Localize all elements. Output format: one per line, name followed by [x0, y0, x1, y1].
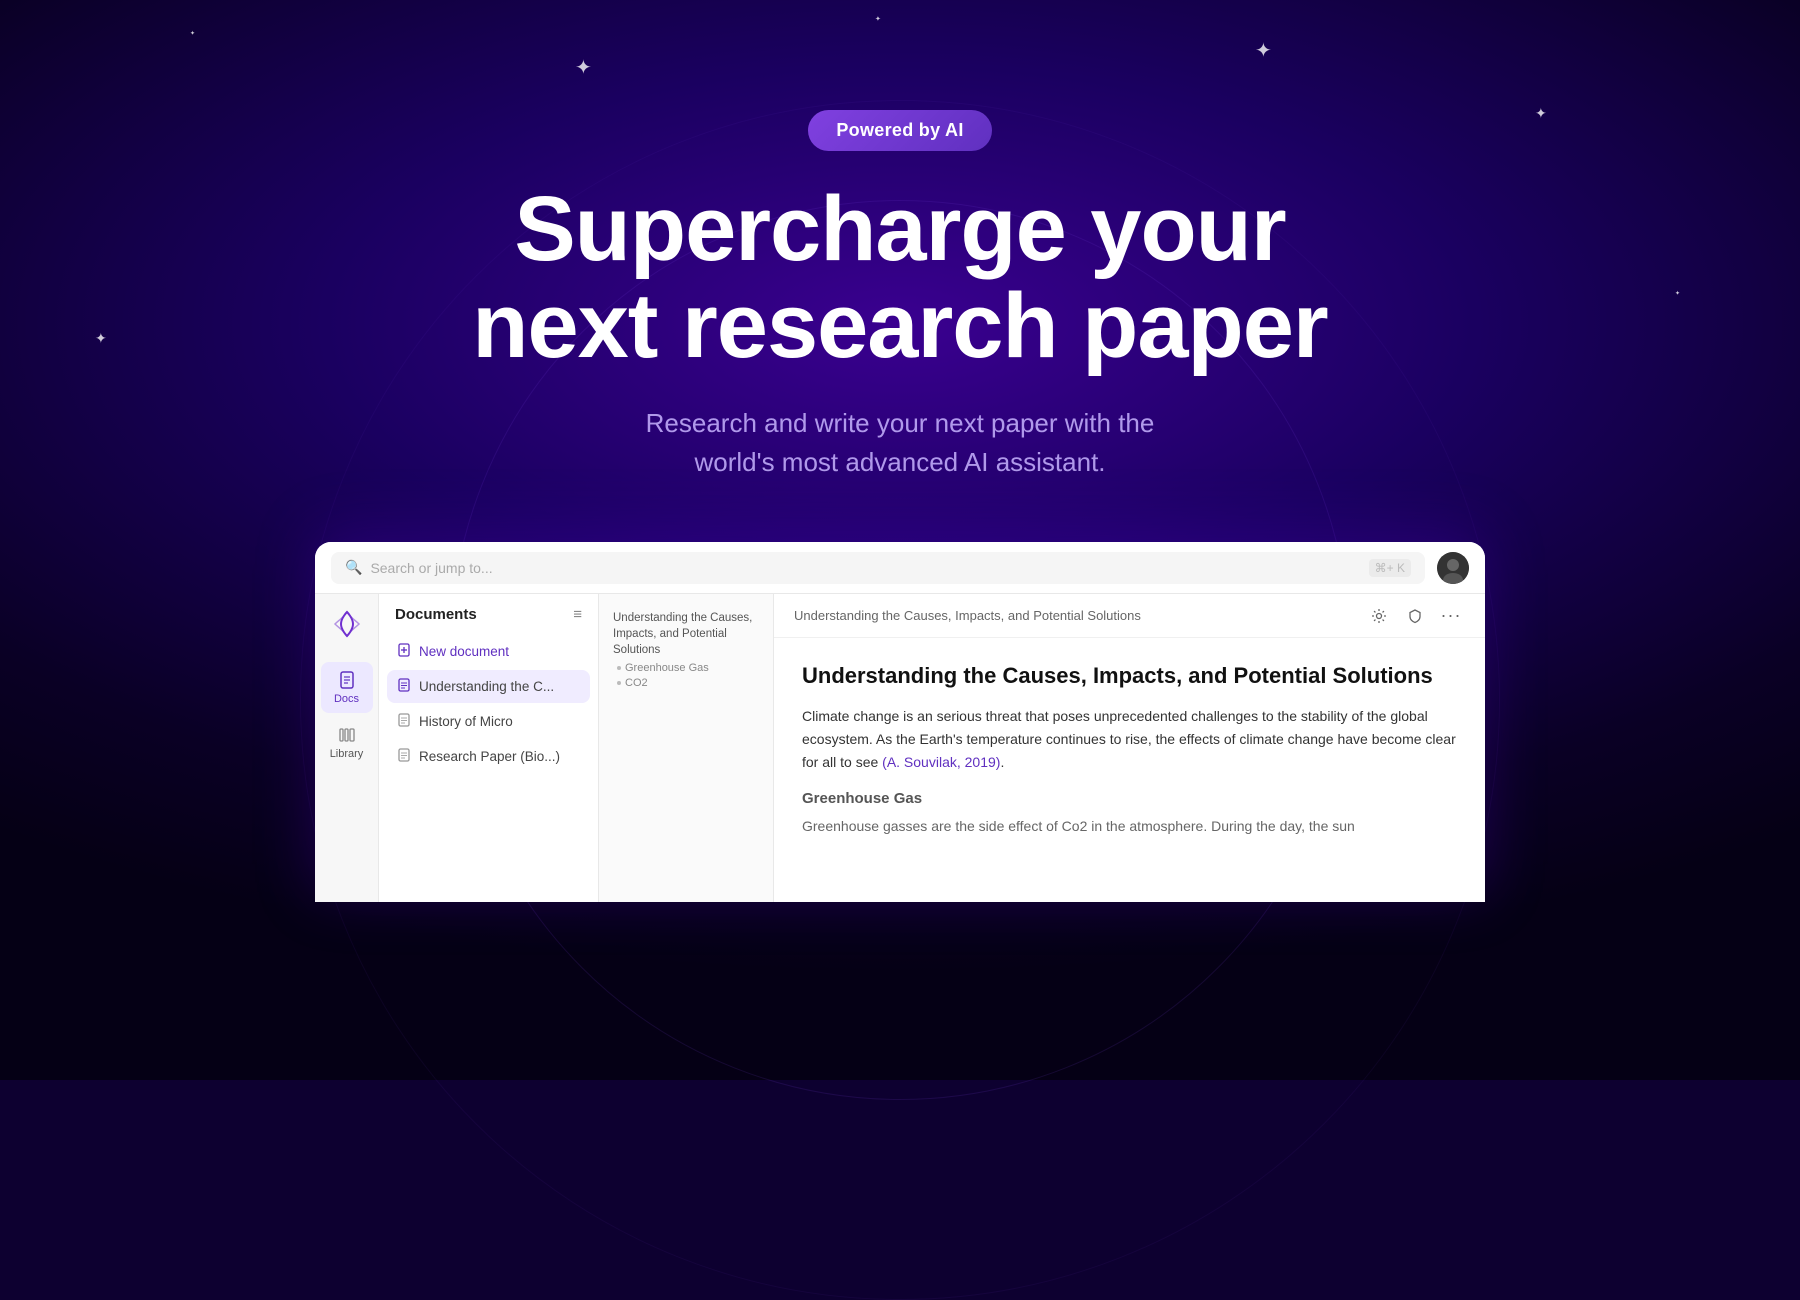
main-content: Powered by AI Supercharge your next rese… [0, 0, 1800, 902]
more-icon[interactable]: ··· [1437, 602, 1465, 630]
hero-subheading: Research and write your next paper with … [646, 404, 1155, 482]
hero-heading-line1: Supercharge your [514, 178, 1285, 280]
content-paragraph-1: Climate change is an serious threat that… [802, 705, 1457, 774]
doc-item-new[interactable]: New document [387, 635, 590, 668]
content-actions: ··· [1365, 602, 1465, 630]
section-para-greenhouse: Greenhouse gasses are the side effect of… [802, 815, 1457, 837]
content-para-1-end: . [1000, 754, 1004, 770]
avatar[interactable] [1437, 552, 1469, 584]
hero-heading-line2: next research paper [472, 275, 1327, 377]
doc-icon-2 [397, 713, 411, 730]
search-icon: 🔍 [345, 559, 362, 576]
sidebar-item-library[interactable]: Library [321, 717, 373, 768]
search-shortcut: ⌘+ K [1369, 559, 1411, 577]
new-doc-label: New document [419, 644, 509, 659]
doc-item-1[interactable]: Understanding the C... [387, 670, 590, 703]
doc-item-3[interactable]: Research Paper (Bio...) [387, 740, 590, 773]
citation-1: (A. Souvilak, 2019) [882, 754, 1000, 770]
doc-sidebar-title: Documents [395, 606, 477, 623]
doc-item-2[interactable]: History of Micro [387, 705, 590, 738]
shield-icon[interactable] [1401, 602, 1429, 630]
sidebar-library-label: Library [330, 748, 364, 760]
ai-badge: Powered by AI [808, 110, 991, 151]
content-body: Understanding the Causes, Impacts, and P… [774, 638, 1485, 861]
search-bar[interactable]: 🔍 Search or jump to... ⌘+ K [331, 552, 1425, 584]
doc-sidebar-header: Documents ≡ [379, 606, 598, 635]
doc-3-label: Research Paper (Bio...) [419, 749, 560, 764]
section-title-greenhouse: Greenhouse Gas [802, 790, 1457, 807]
doc-list: New document Understanding the [379, 635, 598, 773]
doc-icon-3 [397, 748, 411, 765]
search-placeholder-text: Search or jump to... [370, 560, 1360, 576]
icon-sidebar: Docs Library [315, 594, 379, 902]
content-area: Understanding the Causes, Impacts, and P… [774, 594, 1485, 902]
toc-sub-item-2[interactable]: CO2 [613, 677, 759, 689]
hero-heading: Supercharge your next research paper [472, 181, 1327, 374]
content-breadcrumb: Understanding the Causes, Impacts, and P… [774, 594, 1485, 638]
doc-sidebar: Documents ≡ New document [379, 594, 599, 902]
new-doc-icon [397, 643, 411, 660]
filter-icon[interactable]: ≡ [573, 606, 582, 623]
toc-sub-item-1[interactable]: Greenhouse Gas [613, 662, 759, 674]
doc-1-label: Understanding the C... [419, 679, 554, 694]
doc-icon-1 [397, 678, 411, 695]
doc-2-label: History of Micro [419, 714, 513, 729]
content-title: Understanding the Causes, Impacts, and P… [802, 662, 1457, 691]
app-body: Docs Library Documents ≡ [315, 594, 1485, 902]
sidebar-item-docs[interactable]: Docs [321, 662, 373, 713]
sidebar-docs-label: Docs [334, 693, 359, 705]
settings-icon[interactable] [1365, 602, 1393, 630]
toc-main-item[interactable]: Understanding the Causes, Impacts, and P… [613, 610, 759, 658]
breadcrumb-text: Understanding the Causes, Impacts, and P… [794, 608, 1141, 623]
app-logo [329, 606, 365, 642]
app-window: 🔍 Search or jump to... ⌘+ K [315, 542, 1485, 902]
toc-panel: Understanding the Causes, Impacts, and P… [599, 594, 774, 902]
top-bar: 🔍 Search or jump to... ⌘+ K [315, 542, 1485, 594]
